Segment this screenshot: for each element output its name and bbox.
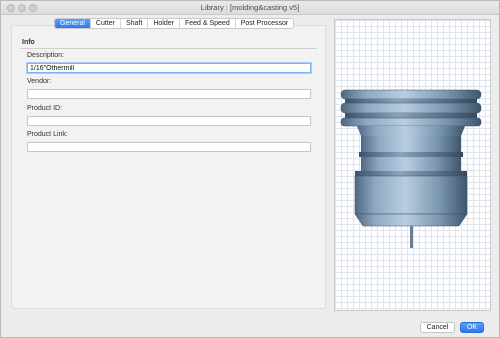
title-bar: Library : [molding&casting v5] bbox=[1, 1, 499, 15]
tab-cutter[interactable]: Cutter bbox=[91, 19, 121, 28]
product-link-field[interactable] bbox=[27, 142, 311, 152]
tab-bar: General Cutter Shaft Holder Feed & Speed… bbox=[54, 18, 295, 29]
info-divider bbox=[20, 48, 317, 49]
tool-render bbox=[340, 89, 482, 248]
description-field[interactable] bbox=[27, 63, 311, 73]
description-label: Description: bbox=[27, 52, 64, 59]
product-id-field[interactable] bbox=[27, 116, 311, 126]
window-title: Library : [molding&casting v5] bbox=[200, 3, 300, 12]
tab-feed-and-speed[interactable]: Feed & Speed bbox=[180, 19, 236, 28]
cancel-button[interactable]: Cancel bbox=[420, 322, 455, 333]
library-window: Library : [molding&casting v5] General C… bbox=[0, 0, 500, 338]
info-section-title: Info bbox=[22, 39, 35, 46]
tab-general[interactable]: General bbox=[55, 19, 91, 28]
vendor-field[interactable] bbox=[27, 89, 311, 99]
vendor-label: Vendor: bbox=[27, 78, 52, 85]
product-link-label: Product Link: bbox=[27, 131, 68, 138]
tool-holder-shape bbox=[340, 89, 482, 248]
ok-button[interactable]: OK bbox=[460, 322, 484, 333]
product-id-label: Product ID: bbox=[27, 105, 63, 112]
tab-shaft[interactable]: Shaft bbox=[121, 19, 149, 28]
tab-post-processor[interactable]: Post Processor bbox=[236, 19, 293, 28]
tool-preview bbox=[334, 19, 491, 311]
tab-holder[interactable]: Holder bbox=[148, 19, 180, 28]
